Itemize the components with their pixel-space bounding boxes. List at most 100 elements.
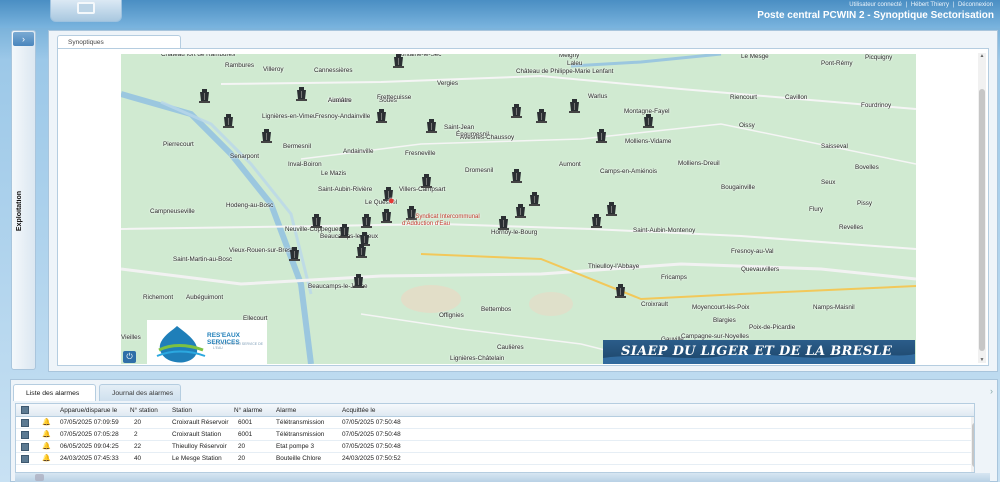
place-label: Lignières-en-Vimeu: [262, 113, 317, 120]
water-station-icon[interactable]: [606, 202, 617, 216]
place-label: Château fort de Rambures: [161, 54, 236, 58]
sector-map[interactable]: Château fort de Rambures Rambures Villeroy…: [121, 54, 916, 364]
place-label: Laleu: [567, 60, 583, 67]
col-station[interactable]: Station: [172, 407, 192, 414]
water-station-icon[interactable]: [199, 89, 210, 103]
table-row[interactable]: 🔔 24/03/2025 07:45:33 40 Le Mesge Station 20…: [16, 453, 974, 465]
col-acknowledged[interactable]: Acquittée le: [342, 407, 375, 414]
water-station-icon[interactable]: [591, 214, 602, 228]
table-cell: 6001: [238, 431, 253, 438]
water-station-icon[interactable]: [515, 204, 526, 218]
place-label: Fricamps: [661, 274, 687, 281]
synoptic-panel: Synoptiques Château fort de Rambures Ramb…: [48, 30, 998, 372]
water-station-icon[interactable]: [393, 54, 404, 68]
logout-link[interactable]: Déconnexion: [958, 2, 993, 8]
place-label: Lignières-Châtelain: [450, 355, 505, 362]
place-label: Thieulloy-l'Abbaye: [588, 263, 640, 270]
tab-alarm-list[interactable]: Liste des alarmes: [13, 384, 96, 401]
water-station-icon[interactable]: [498, 216, 509, 230]
row-checkbox[interactable]: [21, 431, 29, 439]
place-label: Oissy: [739, 122, 755, 129]
water-station-icon[interactable]: [381, 209, 392, 223]
col-appeared[interactable]: Apparue/disparue le: [60, 407, 117, 414]
place-label: Poix-de-Picardie: [749, 324, 796, 331]
place-label: Vieux-Rouen-sur-Bresle: [229, 247, 297, 254]
scroll-thumb[interactable]: [979, 89, 985, 351]
select-all-checkbox[interactable]: [21, 406, 29, 414]
power-button[interactable]: ⏻: [123, 351, 136, 363]
table-cell: Le Mesge Station: [172, 455, 222, 462]
place-label: Warlus: [588, 93, 608, 100]
scroll-thumb[interactable]: [972, 423, 974, 467]
scroll-down-icon[interactable]: ▼: [978, 357, 986, 363]
siaep-banner: SIAEP DU LIGER ET DE LA BRESLE: [603, 340, 915, 364]
water-station-icon[interactable]: [296, 87, 307, 101]
table-scrollbar[interactable]: [971, 417, 974, 472]
water-station-icon[interactable]: [529, 192, 540, 206]
table-cell: Bouteille Chlore: [276, 455, 322, 462]
place-label: Bovelles: [855, 164, 879, 171]
place-label: Hornoy-le-Bourg: [491, 229, 538, 236]
place-label: Molliens-Vidame: [625, 138, 672, 145]
table-cell: 06/05/2025 09:04:25: [60, 443, 119, 450]
place-label: Croixrault: [641, 301, 668, 308]
place-label: Seux: [821, 179, 836, 186]
water-station-icon[interactable]: [361, 214, 372, 228]
exploitation-side-panel[interactable]: › Exploitation: [11, 30, 36, 370]
water-station-icon[interactable]: [289, 247, 300, 261]
water-station-icon[interactable]: [339, 224, 350, 238]
row-checkbox[interactable]: [21, 455, 29, 463]
place-label: Revelles: [839, 224, 864, 231]
chevron-right-icon[interactable]: ›: [990, 386, 993, 396]
water-station-icon[interactable]: [223, 114, 234, 128]
water-station-icon[interactable]: [643, 114, 654, 128]
row-checkbox[interactable]: [21, 443, 29, 451]
water-station-icon[interactable]: [569, 99, 580, 113]
table-row[interactable]: 🔔 07/05/2025 07:09:59 20 Croixrault Réservo…: [16, 417, 974, 429]
scroll-up-icon[interactable]: ▲: [978, 53, 986, 59]
place-label: Rambures: [225, 62, 255, 69]
place-label: Fresnoy-Andainville: [315, 113, 371, 120]
table-row[interactable]: 🔔 06/05/2025 09:04:25 22 Thieulloy Réservoi…: [16, 441, 974, 453]
water-station-icon[interactable]: [511, 104, 522, 118]
table-cell: 24/03/2025 07:50:52: [342, 455, 401, 462]
acknowledge-button[interactable]: [35, 474, 44, 481]
place-label: Moyencourt-lès-Poix: [692, 304, 750, 311]
tab-alarm-log[interactable]: Journal des alarmes: [99, 384, 181, 401]
water-station-icon[interactable]: [311, 214, 322, 228]
water-station-icon[interactable]: [261, 129, 272, 143]
place-label: Méigny: [559, 54, 580, 59]
row-checkbox[interactable]: [21, 419, 29, 427]
bell-icon: 🔔: [42, 443, 51, 450]
col-station-number[interactable]: N° station: [130, 407, 158, 414]
bell-icon: 🔔: [42, 419, 51, 426]
water-station-icon[interactable]: [511, 169, 522, 183]
place-label: Fresneville: [405, 150, 436, 157]
water-station-icon[interactable]: [356, 244, 367, 258]
tab-synoptiques[interactable]: Synoptiques: [57, 35, 181, 48]
water-station-icon[interactable]: [426, 119, 437, 133]
col-alarm-number[interactable]: N° alarme: [234, 407, 262, 414]
table-row[interactable]: 🔔 07/05/2025 07:05:28 2 Croixrault Station 6…: [16, 429, 974, 441]
reseaux-services-logo: RES'EAUX SERVICES L'EXPERTISE AU SERVICE…: [147, 320, 267, 364]
place-label: Quevauvillers: [741, 266, 780, 273]
table-cell: Thieulloy Réservoir: [172, 443, 227, 450]
place-label: Saint-Martin-au-Bosc: [173, 256, 233, 263]
water-station-icon[interactable]: [353, 274, 364, 288]
water-station-icon[interactable]: [596, 129, 607, 143]
place-label: Molliens-Dreuil: [678, 160, 720, 167]
siaep-title: SIAEP DU LIGER ET DE LA BRESLE: [621, 344, 893, 359]
expand-panel-button[interactable]: ›: [13, 32, 34, 46]
place-label: Bettembos: [481, 306, 512, 313]
table-cell: Etat pompe 3: [276, 443, 315, 450]
col-alarm[interactable]: Alarme: [276, 407, 296, 414]
place-label: Cavillon: [785, 94, 808, 101]
table-cell: 40: [134, 455, 142, 462]
siaep-marker[interactable]: ● Syndicat Intercommunal d'Adduction d'E…: [388, 196, 480, 235]
water-station-icon[interactable]: [536, 109, 547, 123]
water-station-icon[interactable]: [421, 174, 432, 188]
table-body: 🔔 07/05/2025 07:09:59 20 Croixrault Réservo…: [16, 417, 974, 465]
map-scrollbar[interactable]: ▲ ▼: [978, 53, 986, 363]
water-station-icon[interactable]: [376, 109, 387, 123]
water-station-icon[interactable]: [615, 284, 626, 298]
